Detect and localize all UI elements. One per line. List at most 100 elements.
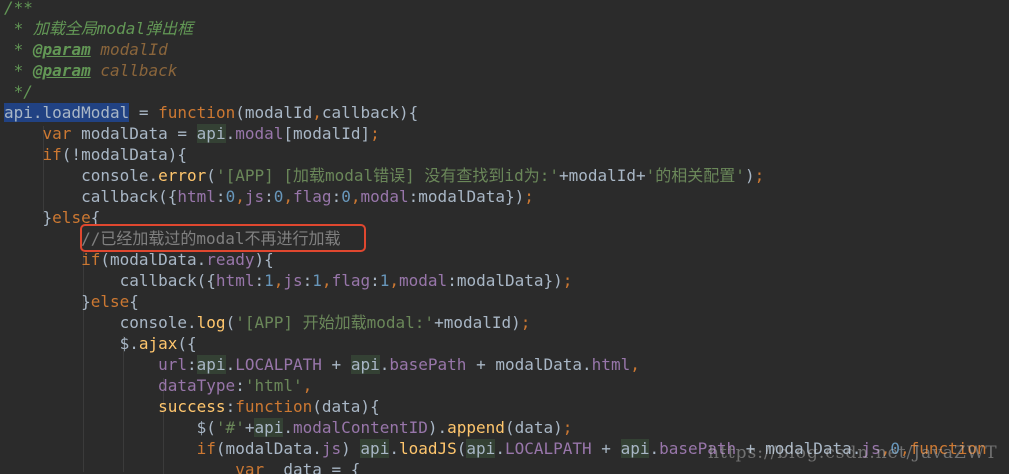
- code-line: $('#'+api.modalContentID).append(data);: [4, 417, 572, 438]
- code-token: modal: [360, 187, 409, 206]
- code-token: ,: [389, 271, 400, 290]
- code-token: ,: [273, 271, 284, 290]
- code-token: 0: [273, 187, 284, 206]
- code-token: :: [302, 271, 313, 290]
- code-editor[interactable]: /** * 加载全局modal弹出框 * @param modalId * @p…: [0, 0, 1009, 474]
- code-token: (!modalData){: [61, 145, 188, 164]
- code-token: ,: [235, 187, 245, 206]
- code-token: callback){: [321, 103, 419, 122]
- code-token: +: [591, 439, 621, 458]
- code-token: ,: [630, 355, 640, 374]
- code-line: callback({html:1,js:1,flag:1,modal:modal…: [4, 270, 573, 291]
- code-token: html: [177, 187, 216, 206]
- code-token: modalContentID: [293, 418, 428, 437]
- code-token: @param: [32, 61, 91, 80]
- code-line: if(!modalData){: [4, 144, 188, 165]
- code-token: *: [4, 61, 33, 80]
- code-token: .: [495, 439, 505, 458]
- code-token: function: [235, 397, 313, 416]
- code-token: :: [370, 271, 380, 290]
- code-token: 'html': [244, 376, 303, 395]
- code-token: modalData =: [71, 124, 197, 143]
- code-token: /**: [4, 0, 33, 17]
- code-token: dataType: [158, 376, 236, 395]
- code-line: $.ajax({: [4, 333, 197, 354]
- code-token: api: [196, 124, 226, 143]
- code-token: {: [129, 292, 139, 311]
- code-token: }: [4, 208, 53, 227]
- code-token: html: [215, 271, 255, 290]
- code-token: error: [158, 166, 207, 185]
- code-token: callback: [90, 61, 178, 80]
- code-token: (: [206, 166, 216, 185]
- code-token: modal: [399, 271, 448, 290]
- code-line: * 加载全局modal弹出框: [4, 18, 193, 39]
- code-token: success: [158, 397, 226, 416]
- code-token: '的相关配置': [645, 166, 745, 185]
- code-token: modalId: [90, 40, 168, 59]
- code-token: ).: [427, 418, 448, 437]
- code-token: function: [158, 103, 236, 122]
- code-token: ;: [524, 187, 534, 206]
- code-token: if: [42, 145, 62, 164]
- code-token: data = {: [264, 460, 361, 474]
- code-token: var: [42, 124, 72, 143]
- code-token: *: [4, 40, 33, 59]
- code-line: success:function(data){: [4, 396, 380, 417]
- code-line: var modalData = api.modal[modalId];: [4, 123, 380, 144]
- code-token: +: [321, 355, 351, 374]
- code-token: ready: [206, 250, 255, 269]
- code-token: +modalId+: [558, 166, 646, 185]
- code-token: url: [158, 355, 188, 374]
- code-token: 1: [312, 271, 322, 290]
- code-token: js: [321, 439, 342, 458]
- code-token: ,: [302, 376, 313, 395]
- code-token: (modalData.: [100, 250, 207, 269]
- code-token: .: [225, 124, 236, 143]
- code-token: (modalData.: [215, 439, 322, 458]
- code-token: ;: [370, 124, 380, 143]
- code-token: .: [649, 439, 660, 458]
- code-token: :modalData}): [408, 187, 525, 206]
- code-token: .: [283, 418, 294, 437]
- code-line: url:api.LOCALPATH + api.basePath + modal…: [4, 354, 640, 375]
- code-token: .: [389, 439, 399, 458]
- code-token: api: [360, 439, 390, 458]
- code-token: console.: [4, 313, 197, 332]
- code-token: 1: [264, 271, 274, 290]
- code-token: ,: [283, 187, 294, 206]
- code-token: }: [4, 292, 91, 311]
- code-token: '[APP] 开始加载modal:': [235, 313, 435, 332]
- code-token: append: [447, 418, 505, 437]
- code-token: 1: [379, 271, 390, 290]
- code-token: :: [235, 376, 245, 395]
- code-token: 0: [341, 187, 351, 206]
- code-line: if(modalData.ready){: [4, 249, 274, 270]
- comment-highlight-box: [80, 224, 366, 252]
- code-token: ,: [321, 271, 332, 290]
- code-token: callback({: [4, 187, 178, 206]
- code-token: =: [129, 103, 159, 122]
- code-line: console.error('[APP] [加载modal错误] 没有查找到id…: [4, 165, 764, 186]
- code-line: }else{: [4, 291, 139, 312]
- code-token: loadJS: [398, 439, 457, 458]
- code-token: api: [466, 439, 496, 458]
- code-token: ;: [754, 166, 765, 185]
- code-token: .: [225, 355, 236, 374]
- code-line: /**: [4, 0, 33, 18]
- code-token: api.loadModal: [4, 103, 130, 122]
- code-token: log: [196, 313, 226, 332]
- code-token: console.: [4, 166, 159, 185]
- code-token: ({: [177, 334, 197, 353]
- code-token: js: [244, 187, 265, 206]
- code-token: ): [341, 439, 361, 458]
- code-token: :modalData}): [447, 271, 563, 290]
- code-token: $.: [4, 334, 139, 353]
- code-token: ;: [562, 271, 573, 290]
- code-token: var: [235, 460, 265, 474]
